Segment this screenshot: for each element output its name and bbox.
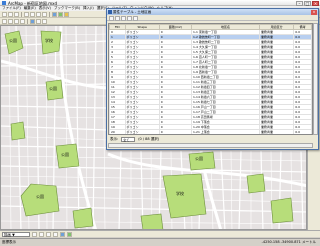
table-cell: 1-22 西落合 [192, 135, 260, 136]
layer-icon[interactable] [58, 11, 63, 17]
cut-icon[interactable] [30, 11, 35, 17]
map-label: 学校 [176, 191, 184, 196]
table-cell: 0 [159, 135, 191, 136]
attribute-table-footer: 表示: 全て (0 / 88 選択) [108, 136, 318, 142]
toolbar-divider [27, 18, 28, 24]
window-title: ArcMap - 新宿区地図.mxd [8, 0, 57, 6]
map-label: 公園 [61, 152, 69, 157]
table-cell: 21 [110, 135, 126, 136]
identify-icon[interactable] [36, 18, 41, 24]
toolbar-divider [21, 11, 22, 17]
attribute-table-toolbar [107, 15, 318, 21]
show-records-select[interactable]: 全て [121, 136, 136, 142]
draw-toolbar: 描画 ▼ [0, 230, 320, 237]
app-icon [2, 1, 6, 5]
table-cell [294, 135, 312, 136]
zoom-in-icon[interactable] [2, 18, 7, 24]
coordinate-readout: -4250.158 -34900.871 メートル [261, 240, 316, 244]
selection-count: (0 / 88 選択) [138, 136, 160, 141]
grid-vertical-scrollbar[interactable] [313, 23, 318, 135]
table-options-icon[interactable] [109, 15, 114, 21]
attribute-table-close-button[interactable]: × [311, 9, 317, 15]
clear-selection-icon[interactable] [121, 15, 126, 21]
new-icon[interactable] [2, 11, 7, 17]
select-by-attributes-icon[interactable] [115, 15, 120, 21]
full-extent-icon[interactable] [20, 18, 25, 24]
select-icon[interactable] [30, 18, 35, 24]
map-label: 公園 [195, 156, 203, 161]
rectangle-icon[interactable] [46, 231, 51, 237]
zoom-out-icon[interactable] [8, 18, 13, 24]
table-row[interactable]: 21ポリゴン01-22 西落合 [110, 135, 312, 136]
map-label: 公園 [9, 38, 17, 43]
map-label: 公園 [36, 194, 44, 199]
footer-label: 表示: [110, 136, 119, 141]
attribute-table-title: 属性テーブル - 土地区画 [113, 10, 152, 14]
switch-selection-icon[interactable] [127, 15, 132, 21]
attribute-table-titlebar[interactable]: 属性テーブル - 土地区画 × [107, 9, 318, 15]
copy-icon[interactable] [36, 11, 41, 17]
measure-icon[interactable] [42, 18, 47, 24]
minimize-button[interactable]: – [296, 0, 303, 6]
table-icon [108, 10, 112, 14]
attribute-table-window: 属性テーブル - 土地区画 × FID Shape 面積(m2) 地区名 用途区分 備考 … [106, 8, 319, 150]
save-icon[interactable] [14, 11, 19, 17]
status-left: 座標表示 [2, 240, 16, 244]
add-data-icon[interactable] [52, 11, 57, 17]
status-bar: 座標表示 -4250.158 -34900.871 メートル [0, 238, 320, 245]
table-cell: ポリゴン [125, 135, 159, 136]
pointer-icon[interactable] [32, 231, 37, 237]
pan-icon[interactable] [14, 18, 19, 24]
paste-icon[interactable] [42, 11, 47, 17]
text-icon[interactable] [53, 231, 58, 237]
rotate-icon[interactable] [39, 231, 44, 237]
attribute-grid[interactable]: FID Shape 面積(m2) 地区名 用途区分 備考 0 ポリゴン 0 1-1 東新宿一丁目… [108, 23, 313, 135]
print-icon[interactable] [24, 11, 29, 17]
fill-color-icon[interactable] [60, 231, 65, 237]
map-label: 公園 [49, 86, 57, 91]
map-label: 学校 [45, 38, 53, 43]
line-color-icon[interactable] [67, 231, 72, 237]
table-cell [260, 135, 294, 136]
grid-horizontal-scrollbar[interactable] [108, 143, 313, 148]
toolbar-divider [49, 11, 50, 17]
drawing-menu[interactable]: 描画 ▼ [2, 231, 30, 237]
close-button[interactable]: × [312, 0, 319, 6]
open-icon[interactable] [8, 11, 13, 17]
toolbox-icon[interactable] [64, 11, 69, 17]
delete-selected-icon[interactable] [133, 15, 138, 21]
maximize-button[interactable]: □ [304, 0, 311, 6]
